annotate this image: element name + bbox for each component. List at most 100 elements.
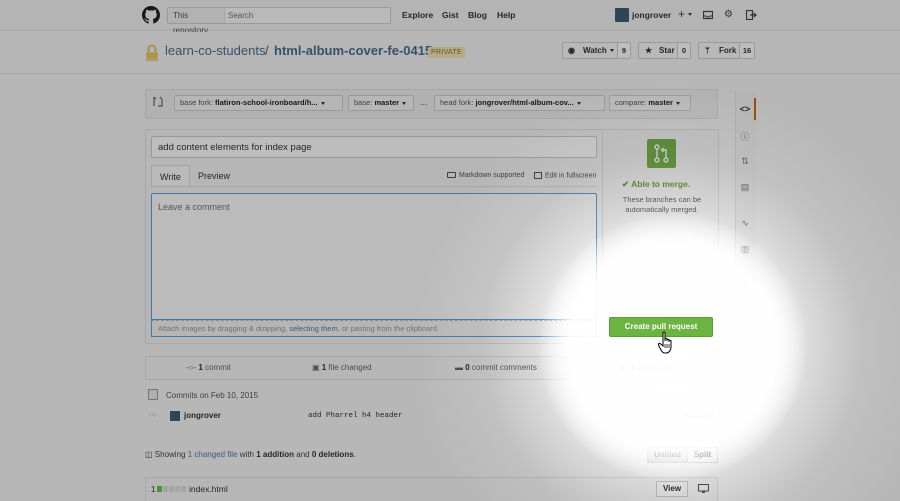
pull-request-icon	[654, 144, 669, 163]
settings-tools-icon[interactable]: ✕	[735, 280, 755, 291]
code-icon[interactable]: <>	[735, 104, 755, 114]
view-file-button[interactable]: View	[656, 481, 688, 497]
avatar[interactable]	[615, 8, 629, 22]
search-box[interactable]: This repository	[167, 7, 391, 35]
compare-arrows-icon[interactable]	[153, 96, 163, 107]
commit-dot-icon: -○	[149, 410, 157, 419]
markdown-icon	[447, 172, 456, 179]
comments-count: 0	[465, 363, 470, 372]
repo-path-separator: /	[265, 43, 269, 58]
contributors-label: contributor	[636, 363, 675, 372]
base-fork-value: flatiron-school-ironboard/h...	[215, 98, 318, 107]
pulse-icon[interactable]: ∿	[735, 218, 755, 229]
diff-summary: ◫ Showing 1 changed file with 1 addition…	[145, 450, 356, 459]
commit-author[interactable]: jongrover	[184, 411, 221, 420]
diff-neutral-square	[181, 486, 186, 492]
changed-file-link[interactable]: 1 changed file	[188, 450, 238, 459]
files-label: file changed	[328, 363, 372, 372]
pr-title-input[interactable]	[151, 136, 597, 158]
tab-write[interactable]: Write	[151, 165, 190, 187]
nav-explore[interactable]: Explore	[402, 10, 433, 20]
stat-comments[interactable]: ▬ 0 commit comments	[455, 363, 537, 372]
selecting-them-link[interactable]: selecting them	[289, 324, 337, 333]
nav-gist[interactable]: Gist	[442, 10, 459, 20]
and-label: and	[296, 450, 310, 459]
comment-textarea[interactable]	[151, 193, 597, 320]
commit-sha[interactable]: 8d822ef	[685, 412, 714, 420]
stat-files[interactable]: ▣ 1 file changed	[312, 363, 372, 372]
eye-icon: ◉	[568, 46, 575, 55]
star-button[interactable]: ★ Star	[638, 42, 678, 59]
stat-contributors[interactable]: ◎ 1 contributor	[621, 363, 675, 372]
nav-blog[interactable]: Blog	[468, 10, 487, 20]
star-icon: ★	[645, 46, 653, 55]
merge-status: ✔ Able to merge.	[622, 179, 690, 190]
pull-requests-icon[interactable]: ⇅	[735, 156, 755, 167]
split-view-button[interactable]: Split	[687, 447, 718, 463]
fullscreen-link[interactable]: Edit in fullscreen	[534, 172, 596, 179]
markdown-note[interactable]: Markdown supported	[447, 172, 524, 179]
deletions-count: 0 deletions	[311, 450, 354, 459]
repo-owner-link[interactable]: learn-co-students	[165, 43, 265, 58]
private-badge: PRIVATE	[428, 47, 466, 58]
additions-count: 1 addition	[256, 450, 295, 459]
fork-icon: ᛘ	[705, 46, 710, 55]
compare-ellipsis: ...	[420, 97, 428, 107]
split-icon: ◫	[145, 450, 155, 459]
head-fork-select[interactable]: head fork: jongrover/html-album-cov...	[434, 95, 605, 111]
file-diff-count: 1	[151, 485, 156, 494]
search-input[interactable]	[228, 9, 388, 22]
watch-button[interactable]: ◉ Watch	[562, 42, 618, 59]
tab-preview[interactable]: Preview	[190, 165, 238, 187]
file-name-link[interactable]: index.html	[189, 484, 228, 494]
fork-button[interactable]: ᛘ Fork	[698, 42, 740, 59]
compare-branch-select[interactable]: compare: master	[609, 95, 691, 111]
changed-count: 1	[187, 450, 193, 459]
inbox-icon[interactable]	[703, 10, 713, 20]
sign-out-icon[interactable]	[746, 10, 757, 20]
file-header	[145, 477, 718, 501]
fork-label: Fork	[719, 46, 737, 55]
plus-icon[interactable]: +	[678, 7, 693, 21]
repo-name-link[interactable]: html-album-cover-fe-0415	[274, 43, 432, 58]
desktop-icon[interactable]	[698, 484, 709, 493]
organization-icon: ◎	[621, 363, 631, 372]
fork-count[interactable]: 16	[739, 42, 755, 59]
attach-prefix: Attach images by dragging & dropping,	[158, 324, 290, 333]
stat-commits[interactable]: -○- 1 commit	[186, 363, 231, 372]
header-username[interactable]: jongrover	[632, 10, 671, 20]
repo-sidebar	[735, 91, 757, 297]
commits-date-heading: Commits on Feb 10, 2015	[166, 391, 259, 400]
fullscreen-icon	[534, 172, 542, 179]
showing-label: Showing	[154, 450, 186, 459]
base-fork-label: base fork:	[180, 98, 213, 107]
issues-icon[interactable]: ⓘ	[735, 130, 755, 143]
commit-icon: -○-	[186, 363, 199, 372]
hand-pointer-icon	[657, 331, 672, 354]
head-fork-label: head fork:	[440, 98, 474, 107]
github-logo-icon[interactable]	[142, 6, 160, 24]
changed-label: changed file	[194, 450, 238, 459]
graphs-icon[interactable]: ▥	[735, 244, 755, 255]
star-count[interactable]: 0	[677, 42, 691, 59]
attach-images-bar[interactable]: Attach images by dragging & dropping, se…	[151, 320, 597, 337]
files-count: 1	[321, 363, 327, 372]
commit-message[interactable]: add Pharrel h4 header	[308, 412, 403, 420]
base-fork-select[interactable]: base fork: flatiron-school-ironboard/h..…	[174, 95, 343, 111]
markdown-note-label: Markdown supported	[459, 172, 525, 179]
gear-icon[interactable]: ⚙	[724, 9, 733, 20]
comment-icon: ▬	[455, 363, 466, 372]
tab-divider	[151, 186, 597, 187]
unified-view-button[interactable]: Unified	[647, 447, 688, 463]
base-branch-select[interactable]: base: master	[348, 95, 414, 111]
wiki-icon[interactable]: ▤	[735, 182, 755, 193]
base-branch-value: master	[374, 98, 400, 107]
nav-help[interactable]: Help	[497, 10, 515, 20]
attach-suffix: , or pasting from the clipboard.	[337, 324, 440, 333]
diff-neutral-square	[163, 486, 168, 492]
commit-author-avatar[interactable]	[170, 411, 180, 421]
merge-description: These branches can be automatically merg…	[622, 195, 702, 214]
diff-neutral-square	[175, 486, 180, 492]
watch-count[interactable]: 9	[617, 42, 631, 59]
diff-neutral-square	[169, 486, 174, 492]
